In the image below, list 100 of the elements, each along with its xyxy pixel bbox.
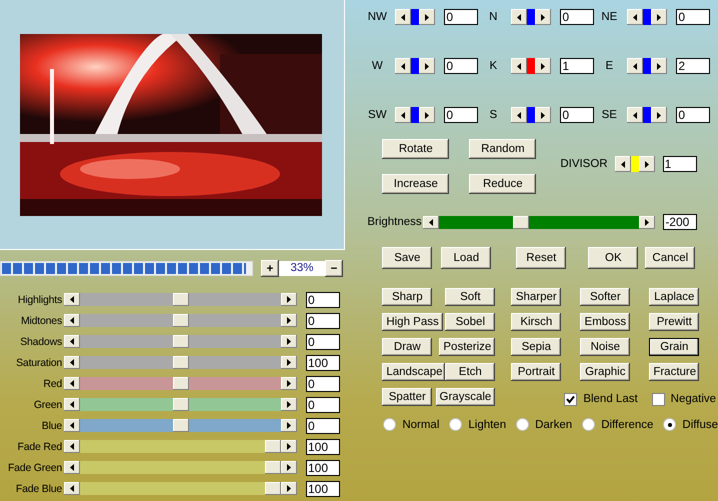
slider-thumb[interactable]: [411, 107, 420, 123]
scroll-right-button[interactable]: [281, 335, 297, 348]
slider-thumb[interactable]: [411, 9, 420, 25]
kernel-button[interactable]: Reduce: [469, 174, 536, 194]
radio-button[interactable]: [516, 418, 530, 431]
scroll-left-button[interactable]: [395, 107, 412, 123]
scroll-right-button[interactable]: [419, 107, 436, 123]
filter-button[interactable]: Sobel: [445, 313, 496, 331]
filter-button[interactable]: Sharper: [511, 288, 562, 306]
scroll-left-button[interactable]: [511, 107, 528, 123]
slider-thumb[interactable]: [527, 107, 536, 123]
slider-thumb[interactable]: [172, 419, 188, 432]
value-field[interactable]: 0: [306, 312, 340, 328]
value-field[interactable]: 0: [560, 9, 594, 25]
scroll-right-button[interactable]: [281, 419, 297, 432]
filter-button[interactable]: Soft: [445, 288, 496, 306]
zoom-out-button[interactable]: −: [325, 260, 343, 277]
slider-thumb[interactable]: [643, 58, 652, 74]
filter-button[interactable]: Graphic: [580, 363, 630, 381]
value-field[interactable]: 0: [306, 396, 340, 412]
slider-thumb[interactable]: [172, 398, 188, 411]
scroll-left-button[interactable]: [627, 58, 644, 74]
radio-button[interactable]: [582, 418, 596, 431]
value-field[interactable]: 100: [306, 438, 340, 454]
value-field[interactable]: -200: [663, 214, 698, 230]
scroll-left-button[interactable]: [64, 482, 80, 495]
scroll-right-button[interactable]: [419, 9, 436, 25]
slider-thumb[interactable]: [172, 293, 188, 306]
zoom-in-button[interactable]: +: [261, 260, 279, 277]
scroll-left-button[interactable]: [627, 107, 644, 123]
slider-thumb[interactable]: [172, 377, 188, 390]
scroll-right-button[interactable]: [639, 216, 656, 228]
scroll-right-button[interactable]: [281, 461, 297, 474]
filter-button[interactable]: Kirsch: [511, 313, 562, 331]
filter-button[interactable]: Prewitt: [649, 313, 700, 331]
slider-thumb[interactable]: [411, 58, 420, 74]
filter-button[interactable]: High Pass: [382, 313, 443, 331]
slider-thumb[interactable]: [527, 9, 536, 25]
scroll-right-button[interactable]: [281, 398, 297, 411]
filter-button[interactable]: Fracture: [649, 363, 700, 381]
slider-thumb[interactable]: [643, 9, 652, 25]
value-field[interactable]: 2: [676, 58, 710, 74]
scroll-right-button[interactable]: [638, 156, 655, 172]
scroll-right-button[interactable]: [281, 440, 297, 453]
value-field[interactable]: 0: [306, 334, 340, 350]
slider-thumb[interactable]: [527, 58, 536, 74]
scroll-left-button[interactable]: [511, 9, 528, 25]
slider-thumb[interactable]: [265, 440, 281, 453]
kernel-button[interactable]: Rotate: [382, 139, 450, 159]
value-field[interactable]: 0: [444, 9, 478, 25]
scroll-right-button[interactable]: [651, 107, 668, 123]
value-field[interactable]: 100: [306, 480, 340, 496]
filter-button[interactable]: Etch: [445, 363, 496, 381]
scroll-right-button[interactable]: [281, 482, 297, 495]
filter-button[interactable]: Softer: [580, 288, 630, 306]
value-field[interactable]: 100: [306, 460, 340, 476]
scroll-left-button[interactable]: [627, 9, 644, 25]
scroll-right-button[interactable]: [419, 58, 436, 74]
scroll-left-button[interactable]: [64, 440, 80, 453]
scroll-left-button[interactable]: [64, 377, 80, 390]
checkbox[interactable]: [652, 392, 665, 406]
radio-button[interactable]: [449, 418, 462, 431]
scroll-left-button[interactable]: [395, 58, 412, 74]
value-field[interactable]: 0: [306, 418, 340, 434]
scroll-left-button[interactable]: [395, 9, 412, 25]
action-button[interactable]: Save: [382, 247, 432, 269]
filter-button[interactable]: Noise: [580, 338, 630, 356]
filter-button[interactable]: Draw: [382, 338, 432, 356]
value-field[interactable]: 100: [306, 354, 340, 370]
scroll-right-button[interactable]: [535, 107, 552, 123]
value-field[interactable]: 0: [676, 107, 710, 123]
kernel-button[interactable]: Random: [469, 139, 536, 159]
action-button[interactable]: OK: [588, 247, 638, 269]
filter-button[interactable]: Posterize: [439, 338, 496, 356]
scroll-left-button[interactable]: [511, 58, 528, 74]
scroll-right-button[interactable]: [651, 9, 668, 25]
value-field[interactable]: 0: [306, 292, 340, 308]
scroll-left-button[interactable]: [64, 314, 80, 327]
radio-button[interactable]: [663, 418, 676, 431]
value-field[interactable]: 1: [560, 58, 594, 74]
filter-button[interactable]: Emboss: [580, 313, 630, 331]
scroll-right-button[interactable]: [281, 314, 297, 327]
radio-button[interactable]: [383, 418, 396, 431]
scroll-left-button[interactable]: [64, 398, 80, 411]
value-field[interactable]: 0: [560, 107, 594, 123]
scroll-right-button[interactable]: [281, 377, 297, 390]
scroll-left-button[interactable]: [64, 356, 80, 369]
slider-thumb[interactable]: [643, 107, 652, 123]
filter-button[interactable]: Grain: [649, 338, 700, 356]
scroll-right-button[interactable]: [281, 356, 297, 369]
filter-button[interactable]: Sharp: [382, 288, 432, 306]
value-field[interactable]: 0: [306, 376, 340, 392]
scroll-right-button[interactable]: [281, 293, 297, 306]
filter-button[interactable]: Laplace: [649, 288, 700, 306]
action-button[interactable]: Cancel: [645, 247, 696, 269]
value-field[interactable]: 0: [444, 107, 478, 123]
filter-button[interactable]: Portrait: [511, 363, 562, 381]
scroll-left-button[interactable]: [64, 419, 80, 432]
slider-thumb[interactable]: [172, 314, 188, 327]
action-button[interactable]: Load: [441, 247, 492, 269]
